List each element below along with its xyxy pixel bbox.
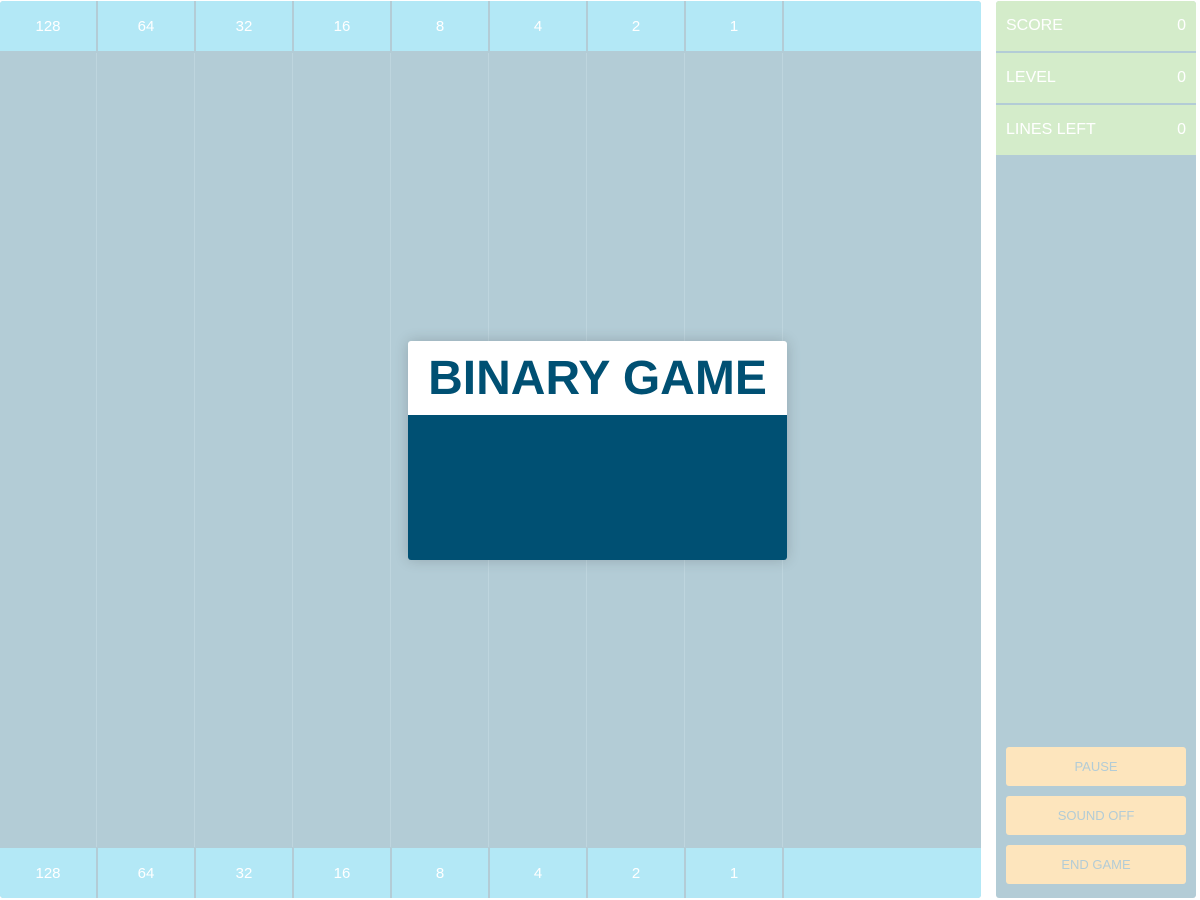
- bit-header-16: 16: [294, 1, 390, 51]
- score-value: 0: [1177, 17, 1186, 34]
- bit-header-row: 128 64 32 16 8 4 2 1: [0, 1, 981, 51]
- lines-left-label: LINES LEFT: [1006, 121, 1096, 138]
- bit-header-1: 1: [686, 1, 782, 51]
- pause-button[interactable]: PAUSE: [1006, 747, 1186, 786]
- game-title: BINARY GAME: [408, 341, 787, 415]
- column-divider: [292, 53, 293, 847]
- column-divider: [390, 53, 391, 847]
- bit-header-8: 8: [392, 1, 488, 51]
- bit-footer-32[interactable]: 32: [196, 848, 292, 898]
- bit-footer-128[interactable]: 128: [0, 848, 96, 898]
- end-game-button[interactable]: END GAME: [1006, 845, 1186, 884]
- bit-header-128: 128: [0, 1, 96, 51]
- start-modal[interactable]: BINARY GAME: [408, 341, 787, 560]
- column-divider: [194, 53, 195, 847]
- level-value: 0: [1177, 69, 1186, 86]
- bit-header-answer: [784, 1, 981, 51]
- bit-header-32: 32: [196, 1, 292, 51]
- score-label: SCORE: [1006, 17, 1063, 34]
- bit-footer-answer: [784, 848, 981, 898]
- lines-left-stat: LINES LEFT 0: [996, 105, 1196, 155]
- sound-toggle-button[interactable]: SOUND OFF: [1006, 796, 1186, 835]
- modal-body[interactable]: [408, 415, 787, 560]
- lines-left-value: 0: [1177, 121, 1186, 138]
- bit-footer-8[interactable]: 8: [392, 848, 488, 898]
- level-stat: LEVEL 0: [996, 53, 1196, 103]
- column-divider: [96, 53, 97, 847]
- bit-footer-1[interactable]: 1: [686, 848, 782, 898]
- sidebar: SCORE 0 LEVEL 0 LINES LEFT 0 PAUSE SOUND…: [996, 1, 1196, 898]
- bit-footer-64[interactable]: 64: [98, 848, 194, 898]
- score-stat: SCORE 0: [996, 1, 1196, 51]
- bit-footer-row: 128 64 32 16 8 4 2 1: [0, 848, 981, 898]
- level-label: LEVEL: [1006, 69, 1056, 86]
- bit-header-64: 64: [98, 1, 194, 51]
- game-controls: PAUSE SOUND OFF END GAME: [1006, 737, 1186, 884]
- bit-header-2: 2: [588, 1, 684, 51]
- bit-footer-4[interactable]: 4: [490, 848, 586, 898]
- bit-footer-16[interactable]: 16: [294, 848, 390, 898]
- game-board: 128 64 32 16 8 4 2 1 128 64 32 16 8 4 2 …: [0, 1, 981, 898]
- bit-header-4: 4: [490, 1, 586, 51]
- bit-footer-2[interactable]: 2: [588, 848, 684, 898]
